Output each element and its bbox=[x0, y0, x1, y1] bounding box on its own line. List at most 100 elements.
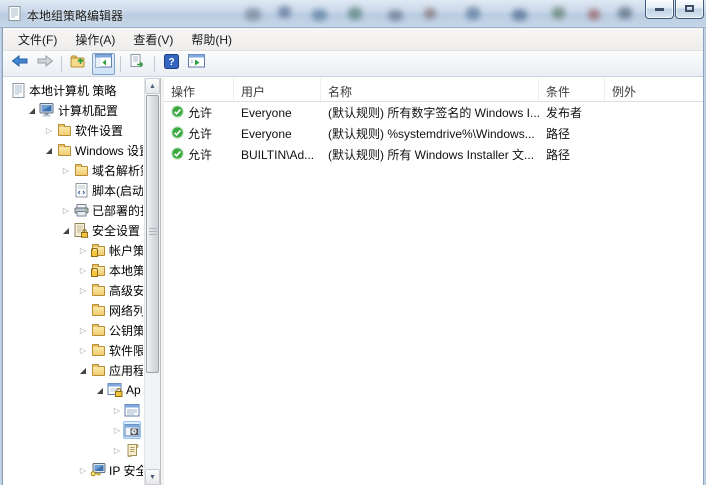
up-one-level-button[interactable] bbox=[67, 53, 90, 75]
folder-icon bbox=[72, 161, 90, 179]
rule-condition: 路径 bbox=[546, 127, 571, 141]
expander-icon[interactable] bbox=[60, 219, 72, 241]
expander-icon[interactable] bbox=[111, 399, 123, 421]
tree-item-label: Ap bbox=[126, 383, 141, 397]
show-action-pane-button[interactable] bbox=[185, 53, 208, 75]
column-header-action[interactable]: 操作 bbox=[164, 78, 234, 101]
allow-check-icon bbox=[171, 146, 184, 163]
scrollbar-thumb[interactable] bbox=[146, 95, 159, 373]
column-header-name[interactable]: 名称 bbox=[321, 78, 539, 101]
up-one-level-icon bbox=[70, 54, 87, 74]
expander-icon[interactable] bbox=[111, 419, 123, 441]
tree-item-label: Windows 设置 bbox=[75, 143, 143, 158]
tree-item-windows-settings[interactable]: Windows 设置 bbox=[3, 140, 143, 160]
expander-icon[interactable] bbox=[111, 439, 123, 461]
minimize-button[interactable] bbox=[645, 0, 674, 19]
scroll-down-button[interactable]: ▼ bbox=[145, 469, 160, 485]
list-header: 操作 用户 名称 条件 例外 bbox=[164, 78, 703, 102]
show-console-tree-icon bbox=[95, 54, 112, 73]
glass-reflection bbox=[312, 9, 327, 21]
tree-item-deployed-printers[interactable]: 已部署的打 bbox=[3, 200, 143, 220]
tree-item-label: 软件设置 bbox=[75, 123, 124, 138]
menu-action[interactable]: 操作(A) bbox=[66, 28, 124, 51]
expander-icon[interactable] bbox=[60, 199, 72, 221]
show-action-pane-icon bbox=[188, 54, 205, 73]
export-list-icon bbox=[130, 53, 146, 74]
tree-item-account-policies[interactable]: 帐户策 bbox=[3, 240, 143, 260]
policy-document-icon bbox=[9, 81, 27, 99]
tree-item-application-control[interactable]: 应用程 bbox=[3, 360, 143, 380]
tree-item-label: IP 安全 bbox=[109, 463, 143, 478]
tree-item-label: 应用程 bbox=[109, 363, 143, 378]
expander-icon[interactable] bbox=[94, 379, 106, 401]
forward-button[interactable] bbox=[33, 53, 56, 75]
tree-item-computer-configuration[interactable]: 计算机配置 bbox=[3, 100, 143, 120]
tree-item-name-resolution-policy[interactable]: 域名解析策 bbox=[3, 160, 143, 180]
tree-scrollbar: ▲ ▼ bbox=[144, 78, 160, 485]
tree-item-public-key-policies[interactable]: 公钥策 bbox=[3, 320, 143, 340]
show-console-tree-button[interactable] bbox=[92, 52, 115, 75]
content-area: 本地计算机 策略 计算机配置 软件设置 Windows 设置 bbox=[3, 78, 703, 485]
scroll-up-button[interactable]: ▲ bbox=[145, 78, 160, 94]
column-header-exception[interactable]: 例外 bbox=[605, 78, 703, 101]
folder-icon bbox=[89, 281, 107, 299]
printer-icon bbox=[72, 201, 90, 219]
rule-row[interactable]: 允许 Everyone (默认规则) %systemdrive%\Windows… bbox=[164, 123, 703, 144]
tree-item-advanced-firewall[interactable]: 高级安 bbox=[3, 280, 143, 300]
tree-item-applocker[interactable]: Ap bbox=[3, 380, 143, 400]
column-header-user[interactable]: 用户 bbox=[234, 78, 321, 101]
help-button[interactable]: ? bbox=[160, 53, 183, 75]
expander-icon[interactable] bbox=[43, 119, 55, 141]
column-header-condition[interactable]: 条件 bbox=[539, 78, 605, 101]
console-tree-panel: 本地计算机 策略 计算机配置 软件设置 Windows 设置 bbox=[3, 78, 161, 485]
tree-item-network-list[interactable]: 网络列 bbox=[3, 300, 143, 320]
toolbar-separator bbox=[120, 55, 121, 72]
tree-item-scripts[interactable]: 脚本(启动/ bbox=[3, 180, 143, 200]
glass-reflection bbox=[588, 9, 600, 20]
expander-icon[interactable] bbox=[77, 239, 89, 261]
tree-item-local-policies[interactable]: 本地策 bbox=[3, 260, 143, 280]
rule-row[interactable]: 允许 BUILTIN\Ad... (默认规则) 所有 Windows Insta… bbox=[164, 144, 703, 165]
rule-row[interactable]: 允许 Everyone (默认规则) 所有数字签名的 Windows I... … bbox=[164, 102, 703, 123]
expander-icon[interactable] bbox=[77, 259, 89, 281]
export-list-button[interactable] bbox=[126, 53, 149, 75]
allow-check-icon bbox=[171, 104, 184, 121]
expander-icon[interactable] bbox=[77, 359, 89, 381]
tree-item-software-restriction[interactable]: 软件限 bbox=[3, 340, 143, 360]
expander-icon[interactable] bbox=[77, 459, 89, 481]
tree-item-executable-rules[interactable] bbox=[3, 400, 143, 420]
menu-file[interactable]: 文件(F) bbox=[9, 28, 66, 51]
tree-item-security-settings[interactable]: 安全设置 bbox=[3, 220, 143, 240]
glass-reflection bbox=[245, 8, 261, 21]
folder-icon bbox=[89, 361, 107, 379]
expander-icon[interactable] bbox=[77, 319, 89, 341]
tree-item-software-settings[interactable]: 软件设置 bbox=[3, 120, 143, 140]
tree-item-script-rules[interactable] bbox=[3, 440, 143, 460]
menu-view[interactable]: 查看(V) bbox=[124, 28, 182, 51]
title-bar[interactable]: 本地组策略编辑器 bbox=[0, 0, 706, 28]
expander-icon[interactable] bbox=[77, 339, 89, 361]
scrollbar-grip-icon bbox=[148, 228, 157, 235]
expander-icon[interactable] bbox=[43, 139, 55, 161]
tree-item-label: 本地策 bbox=[109, 263, 143, 278]
executable-rules-icon bbox=[123, 401, 141, 419]
tree-item-ip-security[interactable]: IP 安全 bbox=[3, 460, 143, 480]
maximize-button[interactable] bbox=[675, 0, 704, 19]
expander-icon[interactable] bbox=[60, 159, 72, 181]
script-rules-icon bbox=[123, 441, 141, 459]
tree-item-label: 高级安 bbox=[109, 283, 143, 298]
expander-icon[interactable] bbox=[26, 99, 38, 121]
tree-item-windows-installer-rules[interactable] bbox=[3, 420, 143, 440]
help-icon: ? bbox=[164, 53, 179, 74]
rule-condition: 发布者 bbox=[546, 106, 583, 120]
window-controls bbox=[644, 0, 704, 19]
folder-lock-icon bbox=[89, 261, 107, 279]
scrollbar-track[interactable] bbox=[145, 94, 160, 469]
back-arrow-icon bbox=[11, 54, 29, 73]
tree-item-local-computer-policy[interactable]: 本地计算机 策略 bbox=[3, 80, 143, 100]
back-button[interactable] bbox=[8, 53, 31, 75]
expander-icon[interactable] bbox=[77, 279, 89, 301]
gpedit-window: 本地组策略编辑器 文件(F) 操作(A) 查看(V) 帮助(H) ? 本地计算机… bbox=[0, 0, 706, 485]
menu-help[interactable]: 帮助(H) bbox=[182, 28, 241, 51]
glass-reflection bbox=[618, 7, 632, 19]
